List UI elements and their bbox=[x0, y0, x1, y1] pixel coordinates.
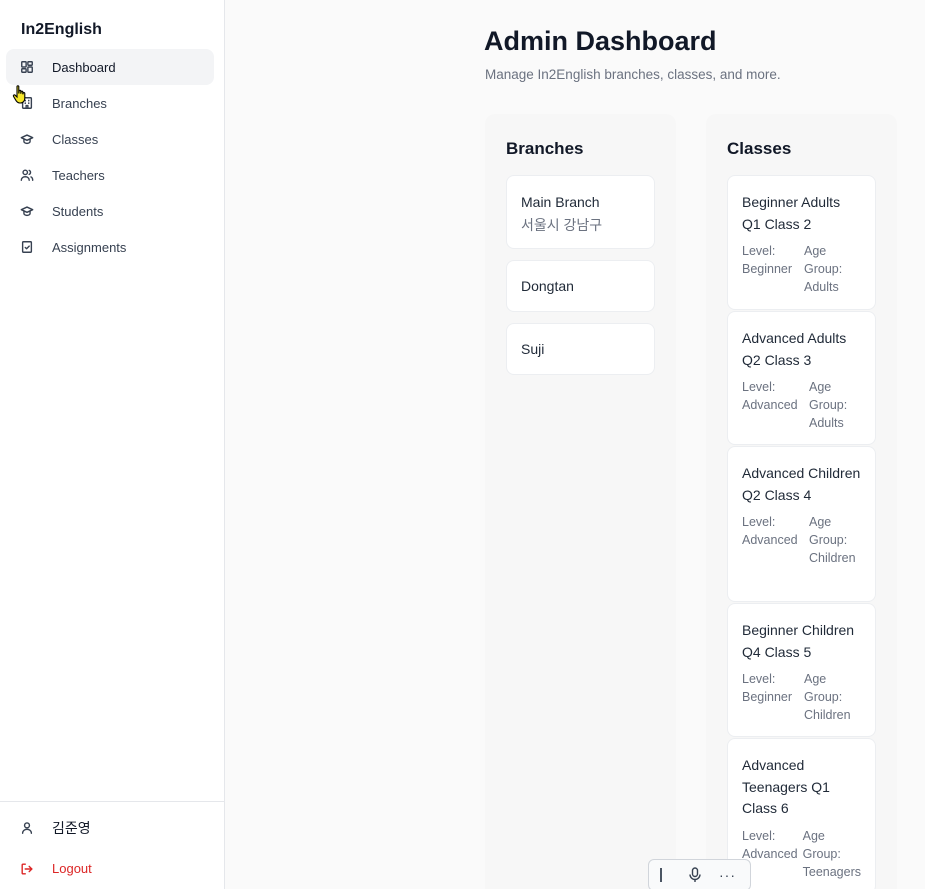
sidebar-nav: Dashboard Branches Classes Teachers Stud… bbox=[6, 49, 214, 265]
class-card[interactable]: Advanced Adults Q2 Class 3 Level: Advance… bbox=[727, 311, 876, 445]
class-age-group: Age Group: Adults bbox=[804, 244, 843, 294]
sidebar-item-branches[interactable]: Branches bbox=[6, 85, 214, 121]
class-meta: Level: Advanced Age Group: Children bbox=[742, 513, 861, 567]
class-age-group: Age Group: Teenagers bbox=[802, 828, 861, 879]
class-name: Advanced Teenagers Q1 Class 6 bbox=[742, 757, 830, 816]
logout-icon bbox=[20, 862, 34, 876]
clipboard-check-icon bbox=[20, 240, 34, 254]
user-icon bbox=[20, 821, 34, 835]
sidebar-item-label: Dashboard bbox=[52, 59, 116, 75]
user-name: 김준영 bbox=[52, 819, 91, 836]
class-card[interactable]: Advanced Children Q2 Class 4 Level: Advan… bbox=[727, 446, 876, 602]
sidebar-item-students[interactable]: Students bbox=[6, 193, 214, 229]
sidebar-footer: 김준영 Logout bbox=[0, 801, 224, 889]
class-age-group: Age Group: Children bbox=[804, 672, 851, 722]
hand-cursor-icon bbox=[12, 85, 26, 104]
voice-toolbar: ··· bbox=[648, 859, 751, 889]
sidebar-item-label: Assignments bbox=[52, 239, 127, 255]
users-icon bbox=[20, 168, 34, 182]
classes-panel-title: Classes bbox=[727, 139, 792, 158]
sidebar-item-label: Teachers bbox=[52, 167, 105, 183]
class-card[interactable]: Beginner Children Q4 Class 5 Level: Begin… bbox=[727, 603, 876, 737]
branch-card[interactable]: Dongtan bbox=[506, 260, 655, 312]
class-meta: Level: Advanced Age Group: Teenagers bbox=[742, 827, 861, 881]
branch-card[interactable]: Main Branch 서울시 강남구 bbox=[506, 175, 655, 249]
more-icon[interactable]: ··· bbox=[719, 867, 736, 883]
class-card[interactable]: Beginner Adults Q1 Class 2 Level: Beginne… bbox=[727, 175, 876, 310]
sidebar-item-label: Branches bbox=[52, 95, 107, 111]
class-meta: Level: Beginner Age Group: Children bbox=[742, 670, 861, 724]
branches-panel: Branches Main Branch 서울시 강남구 Dongtan Suj… bbox=[485, 114, 676, 889]
logout-label: Logout bbox=[52, 861, 92, 876]
class-level: Level: Advanced bbox=[742, 380, 798, 412]
page-title: Admin Dashboard bbox=[484, 26, 717, 56]
brand-logo-text[interactable]: In2English bbox=[21, 21, 102, 39]
class-meta: Level: Advanced Age Group: Adults bbox=[742, 378, 861, 432]
class-level: Level: Advanced bbox=[742, 515, 798, 547]
sidebar-item-teachers[interactable]: Teachers bbox=[6, 157, 214, 193]
branch-address: 서울시 강남구 bbox=[521, 216, 603, 233]
sidebar-item-assignments[interactable]: Assignments bbox=[6, 229, 214, 265]
class-name: Advanced Children Q2 Class 4 bbox=[742, 465, 861, 503]
sidebar-item-label: Students bbox=[52, 203, 104, 219]
class-name: Advanced Adults Q2 Class 3 bbox=[742, 330, 847, 368]
dashboard-icon bbox=[20, 60, 34, 74]
microphone-icon[interactable] bbox=[688, 867, 702, 883]
class-age-group: Age Group: Children bbox=[809, 515, 856, 565]
class-level: Level: Beginner bbox=[742, 244, 793, 276]
user-profile[interactable]: 김준영 bbox=[0, 807, 224, 848]
page-subtitle: Manage In2English branches, classes, and… bbox=[485, 67, 781, 82]
logout-button[interactable]: Logout bbox=[0, 848, 224, 889]
sidebar: In2English Dashboard Branches Classes Te… bbox=[0, 0, 225, 889]
branches-panel-title: Branches bbox=[506, 139, 584, 158]
graduation-cap-icon bbox=[20, 132, 34, 146]
class-level: Level: Advanced bbox=[742, 828, 798, 861]
class-age-group: Age Group: Adults bbox=[809, 380, 848, 430]
sidebar-item-dashboard[interactable]: Dashboard bbox=[6, 49, 214, 85]
class-level: Level: Beginner bbox=[742, 672, 793, 704]
class-name: Beginner Adults Q1 Class 2 bbox=[742, 194, 841, 232]
sidebar-item-label: Classes bbox=[52, 131, 99, 147]
branch-name: Suji bbox=[521, 341, 545, 357]
grip-handle-icon[interactable] bbox=[660, 868, 662, 882]
sidebar-item-classes[interactable]: Classes bbox=[6, 121, 214, 157]
classes-panel: Classes Beginner Adults Q1 Class 2 Level… bbox=[706, 114, 897, 889]
graduation-cap-icon bbox=[20, 204, 34, 218]
branch-card[interactable]: Suji bbox=[506, 323, 655, 375]
class-meta: Level: Beginner Age Group: Adults bbox=[742, 242, 861, 296]
branch-name: Main Branch bbox=[521, 194, 600, 210]
class-name: Beginner Children Q4 Class 5 bbox=[742, 622, 855, 660]
branch-name: Dongtan bbox=[521, 278, 574, 294]
